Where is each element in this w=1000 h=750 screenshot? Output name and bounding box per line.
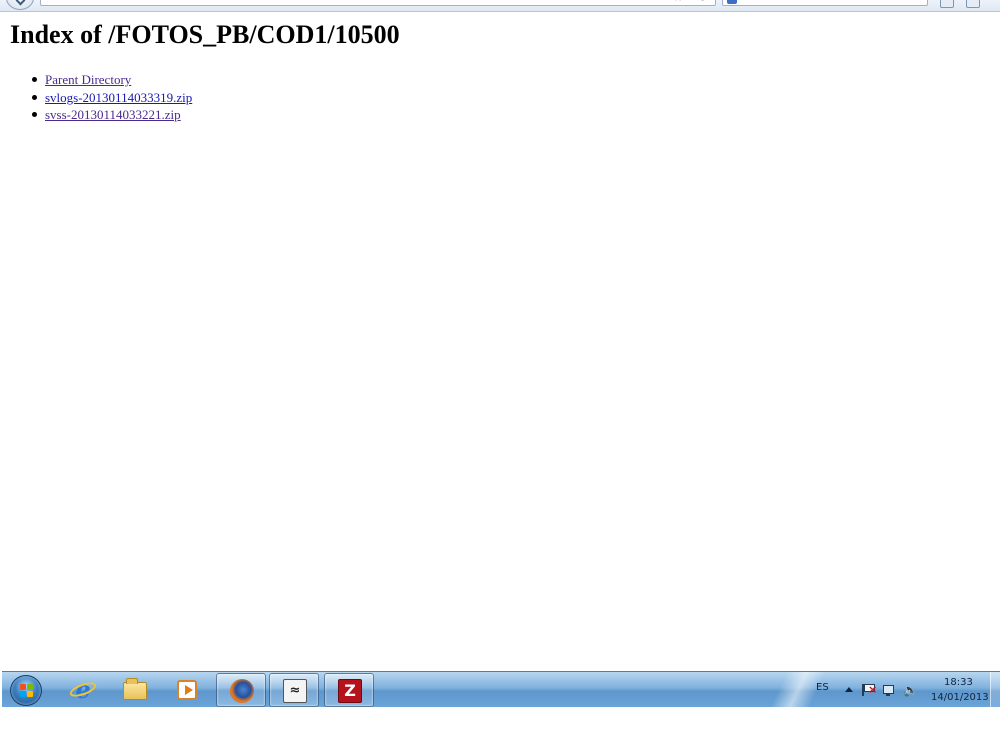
page-title: Index of /FOTOS_PB/COD1/10500 [10, 20, 400, 49]
windows-logo-icon [20, 684, 34, 698]
taskbar-app-internet-explorer[interactable]: e [58, 673, 108, 707]
parent-directory-link[interactable]: Parent Directory [45, 72, 131, 87]
action-center-flag-icon[interactable] [862, 684, 877, 696]
taskbar-app-file-explorer[interactable] [110, 673, 160, 707]
clock-date[interactable]: 14/01/2013 [931, 692, 989, 703]
file-link-svss[interactable]: svss-20130114033221.zip [45, 107, 181, 122]
directory-listing: Parent Directory svlogs-20130114033319.z… [31, 71, 192, 124]
browser-toolbar: ☆ ↻ [0, 0, 1000, 12]
reload-icon[interactable]: ↻ [698, 0, 707, 4]
network-icon[interactable] [882, 684, 894, 696]
search-engine-icon[interactable] [727, 0, 737, 4]
back-button[interactable] [6, 0, 34, 10]
taskbar-app-media-player[interactable] [162, 673, 212, 707]
volume-icon[interactable]: 🔈 [903, 684, 918, 696]
file-link-svlogs[interactable]: svlogs-20130114033319.zip [45, 90, 192, 105]
list-item: svlogs-20130114033319.zip [31, 89, 192, 107]
bookmark-star-icon[interactable]: ☆ [673, 0, 683, 4]
filezilla-icon: Z [338, 679, 362, 703]
address-bar[interactable]: ☆ ↻ [40, 0, 716, 6]
taskbar-app-filezilla[interactable]: Z [324, 673, 374, 707]
menu-button[interactable] [966, 0, 980, 8]
search-box[interactable] [722, 0, 928, 6]
show-desktop-button[interactable] [990, 672, 1000, 707]
list-item: Parent Directory [31, 71, 192, 89]
clock-time[interactable]: 18:33 [944, 677, 973, 688]
bookmarks-button[interactable] [940, 0, 954, 8]
taskbar: e ≈ Z ES 🔈 18:33 14/01/2013 [2, 671, 1000, 707]
list-item: svss-20130114033221.zip [31, 106, 192, 124]
internet-explorer-icon: e [67, 678, 99, 702]
language-indicator[interactable]: ES [816, 682, 829, 693]
show-hidden-icons-icon[interactable] [845, 687, 853, 692]
taskbar-app-firefox[interactable] [216, 673, 266, 707]
file-explorer-icon [123, 678, 147, 700]
start-button[interactable] [10, 675, 42, 706]
taskbar-app-remote-desktop[interactable]: ≈ [269, 673, 319, 707]
firefox-icon [230, 679, 254, 703]
remote-desktop-icon: ≈ [283, 679, 307, 703]
media-player-icon [177, 680, 197, 700]
back-arrow-icon [15, 0, 26, 6]
